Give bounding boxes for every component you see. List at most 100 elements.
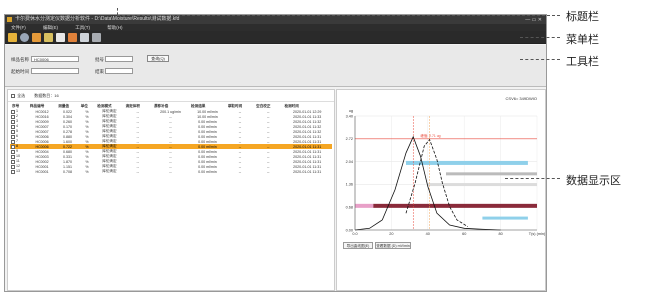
band-blue <box>482 216 528 220</box>
query-button[interactable]: 查询(Q) <box>147 55 169 62</box>
count-label: 数据数目：16 <box>34 93 59 98</box>
save-icon[interactable] <box>68 33 77 42</box>
row-checkbox[interactable] <box>11 169 15 174</box>
export-chart-button[interactable]: 导出曲线图(E) <box>343 242 373 249</box>
app-window: 卡尔费休水分测定仪数据分析软件 - D:\Data\Moisture\Resul… <box>4 14 547 292</box>
band-blue <box>405 160 528 165</box>
row-checkbox[interactable] <box>11 164 15 169</box>
row-checkbox[interactable] <box>11 149 15 154</box>
start-time-label: 起始时间 <box>11 69 29 74</box>
data-area-annotation: 数据显示区 <box>566 175 621 187</box>
band-gray <box>427 183 537 187</box>
table-cell: 13 <box>10 169 28 174</box>
table-row[interactable]: 13 HC0001 0.708% 库伦滴定 -- -- 0.00 ml/min -- -- 202… <box>10 169 332 174</box>
menu-bar: 文件(F) 编辑(E) 工具(T) 帮助(H) <box>5 24 546 31</box>
x-tick-label: 60 <box>462 232 466 236</box>
row-index: 8 <box>16 144 18 149</box>
y-tick-label: 0.68 <box>346 206 353 210</box>
table-cell: 库伦滴定 <box>102 169 117 173</box>
table-cell: -- <box>169 169 172 174</box>
exit-icon[interactable] <box>92 33 101 42</box>
row-index: 2 <box>16 114 18 119</box>
window-title: 卡尔费休水分测定仪数据分析软件 - D:\Data\Moisture\Resul… <box>15 16 180 22</box>
select-all-label: 全选 <box>17 93 26 98</box>
table-cell: -- <box>267 169 270 174</box>
row-checkbox[interactable] <box>11 159 15 164</box>
start-time-input[interactable] <box>31 68 79 74</box>
y-tick-label: 3.40 <box>346 114 353 118</box>
sample-name-input[interactable]: HC0006 <box>31 56 79 62</box>
x-tick-label: 80 <box>498 232 502 236</box>
row-checkbox[interactable] <box>11 119 15 124</box>
row-checkbox[interactable] <box>11 124 15 129</box>
delete-icon[interactable] <box>80 33 89 42</box>
row-index: 6 <box>16 134 18 139</box>
sample-name-label: 样品名称 <box>11 57 29 62</box>
batch-input[interactable] <box>105 56 133 62</box>
x-tick-label: 40 <box>426 232 430 236</box>
row-index: 10 <box>16 154 20 159</box>
menu-help[interactable]: 帮助(H) <box>107 24 122 31</box>
list-header: 全选 数据数目：16 <box>11 93 59 99</box>
row-index: 7 <box>16 139 18 144</box>
app-icon <box>7 17 12 22</box>
y-tick-label: 2.72 <box>346 137 353 141</box>
menu-file[interactable]: 文件(F) <box>11 24 26 31</box>
title-bar-leader-vertical <box>117 8 118 15</box>
row-index: 3 <box>16 119 18 124</box>
export-icon[interactable] <box>56 33 65 42</box>
tool-bar <box>5 31 546 44</box>
row-index: 13 <box>16 169 20 174</box>
view-data-button[interactable]: 查看数据 (D) mV/min <box>375 242 411 249</box>
batch-label: 批号 <box>95 57 104 62</box>
menu-edit[interactable]: 编辑(E) <box>43 24 58 31</box>
tool-bar-annotation: 工具栏 <box>566 56 599 68</box>
row-checkbox[interactable] <box>11 144 15 149</box>
row-checkbox[interactable] <box>11 109 15 114</box>
menu-bar-annotation: 菜单栏 <box>566 34 599 46</box>
table-cell: % <box>85 169 89 174</box>
row-index: 5 <box>16 129 18 134</box>
row-checkbox[interactable] <box>11 154 15 159</box>
y-tick-label: 2.04 <box>346 160 353 164</box>
peak-marker-label: 峰值: 2.71 ug <box>421 133 441 138</box>
end-time-label: 结束 <box>95 69 104 74</box>
row-index: 9 <box>16 149 18 154</box>
data-table: 序号 样品编号 测量值 单位 检测模式 滴定体积 漂移补偿 检测结果 萃取时间 空白校正 检测时间 … <box>10 104 332 174</box>
table-cell: -- <box>238 169 242 174</box>
band-dark <box>373 203 537 208</box>
settings-icon[interactable] <box>20 33 29 42</box>
title-bar-leader <box>117 15 560 16</box>
band-gray <box>446 172 537 176</box>
row-index: 4 <box>16 124 18 129</box>
chart-pane: 3.40 2.72 2.04 1.36 0.68 0.00 0.0 20 40 60 80 T(s) … <box>336 89 546 291</box>
corner-label: CSV6= 349DWIO <box>506 96 537 101</box>
x-tick-label: T(s) (min) <box>529 232 546 236</box>
title-bar-annotation: 标题栏 <box>566 11 599 23</box>
end-time-input[interactable] <box>105 68 133 74</box>
row-checkbox[interactable] <box>11 129 15 134</box>
menu-tools[interactable]: 工具(T) <box>75 24 90 31</box>
row-checkbox[interactable] <box>11 139 15 144</box>
select-all-checkbox[interactable] <box>11 93 15 98</box>
tool-bar-leader <box>520 59 560 60</box>
table-cell: -- <box>136 169 139 174</box>
y-tick-label: 1.36 <box>346 183 353 187</box>
filter-bar: 样品名称 HC0006 起始时间 批号 结束 查询(Q) <box>5 45 546 87</box>
open-folder-icon[interactable] <box>8 33 17 42</box>
print-icon[interactable] <box>44 33 53 42</box>
row-index: 1 <box>16 109 18 114</box>
title-bar: 卡尔费休水分测定仪数据分析软件 - D:\Data\Moisture\Resul… <box>5 15 546 24</box>
figure-stage: 卡尔费休水分测定仪数据分析软件 - D:\Data\Moisture\Resul… <box>0 0 646 294</box>
report-icon[interactable] <box>32 33 41 42</box>
band-pink <box>355 203 374 208</box>
y-axis-label: ug <box>349 109 353 113</box>
data-area-leader <box>505 178 560 179</box>
row-checkbox[interactable] <box>11 134 15 139</box>
chart-svg: 3.402.722.041.360.680.000.0 20 40 60 80 T(s) … <box>346 96 546 236</box>
menu-bar-leader <box>520 37 560 38</box>
table-cell: 0.00 ml/min <box>198 169 217 174</box>
row-index: 12 <box>16 164 20 169</box>
row-index: 11 <box>16 159 20 164</box>
row-checkbox[interactable] <box>11 114 15 119</box>
